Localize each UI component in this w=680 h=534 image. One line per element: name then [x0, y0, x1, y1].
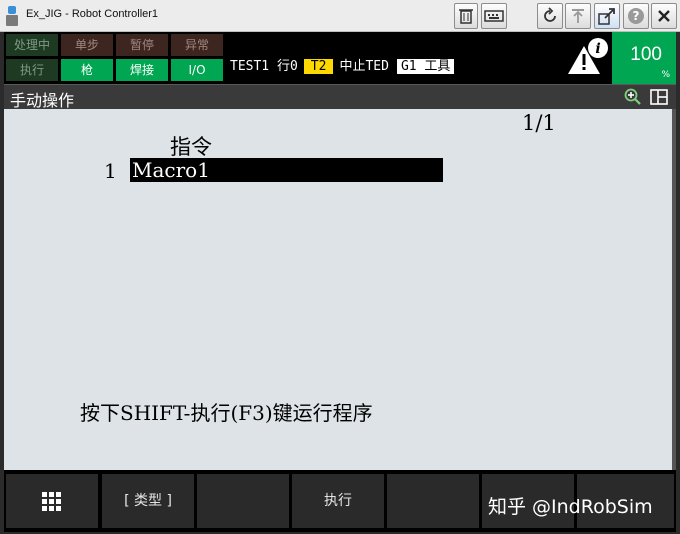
frame-badge: G1 工具 — [396, 59, 455, 74]
page-indicator: 1/1 — [522, 111, 556, 135]
f2-button[interactable] — [197, 474, 289, 528]
macro-row-selected[interactable]: Macro1 — [130, 158, 443, 182]
override-value: 100 — [630, 44, 662, 65]
window-title: Ex_JIG - Robot Controller1 — [26, 8, 159, 20]
split-screen-icon[interactable] — [650, 89, 668, 105]
status-line: TEST1 行0 T2 中止TED G1 工具 — [230, 55, 455, 74]
status-io: I/O — [171, 59, 223, 81]
function-key-bar: [ 类型 ] 执行 知乎 @IndRobSim — [4, 470, 676, 532]
status-fault: 异常 — [171, 34, 223, 56]
status-panel: 处理中 单步 暂停 异常 执行 枪 焊接 I/O TEST1 行0 T2 中止TED… — [4, 32, 676, 84]
row-number: 1 — [104, 159, 117, 183]
window-title-bar: Ex_JIG - Robot Controller1 ? — [0, 0, 680, 32]
zoom-in-icon[interactable] — [624, 88, 642, 106]
mode-badge: T2 — [303, 59, 334, 74]
status-busy: 处理中 — [6, 34, 58, 56]
program-state: 中止TED — [339, 59, 389, 74]
f4-button[interactable] — [387, 474, 479, 528]
override-unit: % — [661, 70, 670, 80]
status-gun: 枪 — [61, 59, 113, 81]
keyboard-icon[interactable] — [481, 3, 507, 29]
status-step: 单步 — [61, 34, 113, 56]
watermark-text: 知乎 @IndRobSim — [488, 496, 653, 518]
svg-text:?: ? — [633, 9, 640, 23]
manual-functions-panel: 1/1 指令 1 Macro1 按下SHIFT-执行(F3)键运行程序 — [4, 109, 672, 470]
menu-grid-icon — [42, 492, 61, 511]
help-icon[interactable]: ? — [623, 3, 649, 29]
status-weld: 焊接 — [116, 59, 168, 81]
scrollbar-edge — [672, 109, 676, 470]
status-hold: 暂停 — [116, 34, 168, 56]
trash-icon[interactable] — [454, 3, 478, 29]
speed-override[interactable]: 100 % — [612, 32, 676, 84]
robot-app-icon — [6, 6, 18, 26]
close-icon[interactable] — [651, 3, 677, 29]
menu-button[interactable] — [6, 474, 98, 528]
column-header: 指令 — [170, 135, 212, 159]
alarm-warning-icon[interactable]: i — [564, 36, 614, 80]
refresh-icon[interactable] — [537, 3, 563, 29]
pin-icon[interactable] — [565, 3, 591, 29]
screen-header: 手动操作 — [4, 84, 676, 110]
svg-text:i: i — [595, 41, 600, 57]
popout-icon[interactable] — [594, 3, 620, 29]
f1-type-button[interactable]: [ 类型 ] — [102, 474, 194, 528]
status-run: 执行 — [6, 59, 58, 81]
program-name: TEST1 — [230, 59, 270, 74]
screen-title: 手动操作 — [10, 91, 75, 110]
instruction-prompt: 按下SHIFT-执行(F3)键运行程序 — [80, 401, 373, 425]
line-number: 行0 — [276, 59, 298, 74]
f3-exec-button[interactable]: 执行 — [292, 474, 384, 528]
